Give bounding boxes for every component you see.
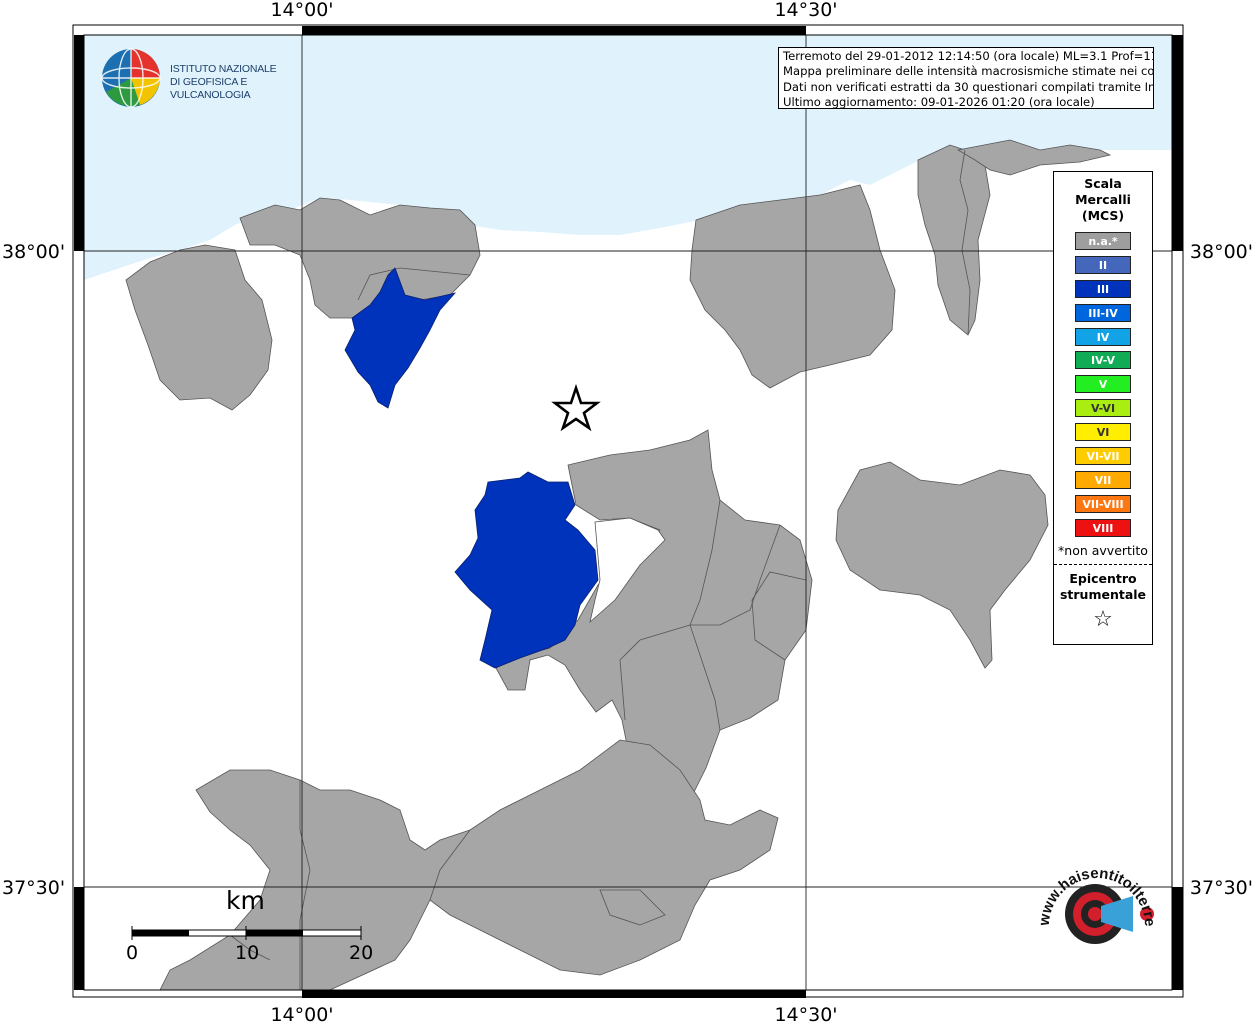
mcs-legend: Scala Mercalli (MCS) n.a.* II III III-IV IV I… bbox=[1053, 171, 1153, 645]
haisentito-logo: www.haisentitoilterremoto.it bbox=[1028, 853, 1160, 978]
top-label-14-00: 14°00' bbox=[270, 0, 333, 21]
legend-epicenter-line-1: Epicentro bbox=[1069, 570, 1137, 586]
right-label-37-30: 37°30' bbox=[1190, 877, 1253, 899]
legend-title-line-2: Mercalli bbox=[1075, 192, 1131, 207]
legend-note: *non avvertito bbox=[1058, 542, 1148, 558]
top-label-14-30: 14°30' bbox=[774, 0, 837, 21]
bottom-label-14-30: 14°30' bbox=[774, 1004, 837, 1024]
left-label-38-00: 38°00' bbox=[2, 241, 65, 263]
info-line-data: Dati non verificati estratti da 30 quest… bbox=[783, 79, 1154, 94]
municipalities-na bbox=[125, 139, 1112, 991]
legend-swatch: IV-V bbox=[1075, 351, 1131, 370]
legend-separator bbox=[1054, 563, 1152, 565]
scale-tick-0: 0 bbox=[126, 942, 139, 964]
info-line-map: Mappa preliminare delle intensità macros… bbox=[783, 64, 1154, 79]
legend-swatch: V bbox=[1075, 375, 1131, 394]
ingv-line-1: ISTITUTO NAZIONALE bbox=[170, 63, 277, 75]
epicenter-star bbox=[551, 383, 601, 432]
legend-swatch: VII bbox=[1075, 470, 1131, 489]
ingv-logo: ISTITUTO NAZIONALE DI GEOFISICA E VULCAN… bbox=[100, 47, 330, 109]
legend-epicenter-line-2: strumentale bbox=[1059, 586, 1147, 602]
ingv-line-2: DI GEOFISICA E VULCANOLOGIA bbox=[170, 76, 251, 101]
legend-swatches: n.a.* II III III-IV IV IV-V V V-VI VI VI-VII VII VI… bbox=[1054, 232, 1152, 537]
legend-swatch: III-IV bbox=[1075, 303, 1131, 322]
legend-swatch: n.a.* bbox=[1075, 232, 1131, 250]
bottom-label-14-00: 14°00' bbox=[270, 1004, 333, 1024]
legend-swatch: VIII bbox=[1075, 518, 1131, 537]
event-info-box: Terremoto del 29-01-2012 12:14:50 (ora l… bbox=[778, 47, 1154, 109]
right-label-38-00: 38°00' bbox=[1190, 241, 1253, 263]
legend-star-icon: ☆ bbox=[1093, 606, 1113, 632]
scale-tick-10: 10 bbox=[235, 942, 260, 964]
legend-swatch: IV bbox=[1075, 327, 1131, 346]
legend-title-line-3: (MCS) bbox=[1081, 208, 1125, 223]
scale-title: km bbox=[226, 886, 265, 915]
legend-swatch: VI-VII bbox=[1075, 447, 1131, 466]
info-line-event: Terremoto del 29-01-2012 12:14:50 (ora l… bbox=[783, 49, 1154, 63]
scale-tick-20: 20 bbox=[349, 942, 374, 964]
legend-swatch: V-VI bbox=[1075, 399, 1131, 418]
legend-title: Scala Mercalli (MCS) bbox=[1054, 176, 1152, 224]
left-label-37-30: 37°30' bbox=[2, 877, 65, 899]
legend-swatch: VI bbox=[1075, 423, 1131, 442]
legend-epicenter-label: Epicentro strumentale bbox=[1054, 571, 1152, 603]
legend-swatch: VII-VIII bbox=[1075, 494, 1131, 513]
legend-swatch: III bbox=[1075, 279, 1131, 298]
info-line-update: Ultimo aggiornamento: 09-01-2026 01:20 (… bbox=[783, 95, 1095, 109]
ingv-globe-icon bbox=[101, 48, 161, 108]
legend-swatch: II bbox=[1075, 255, 1131, 274]
legend-title-line-1: Scala bbox=[1084, 176, 1122, 191]
municipalities-intensity-iii bbox=[344, 267, 599, 669]
haisentito-logo-icon: www.haisentitoilterremoto.it bbox=[1028, 853, 1158, 944]
